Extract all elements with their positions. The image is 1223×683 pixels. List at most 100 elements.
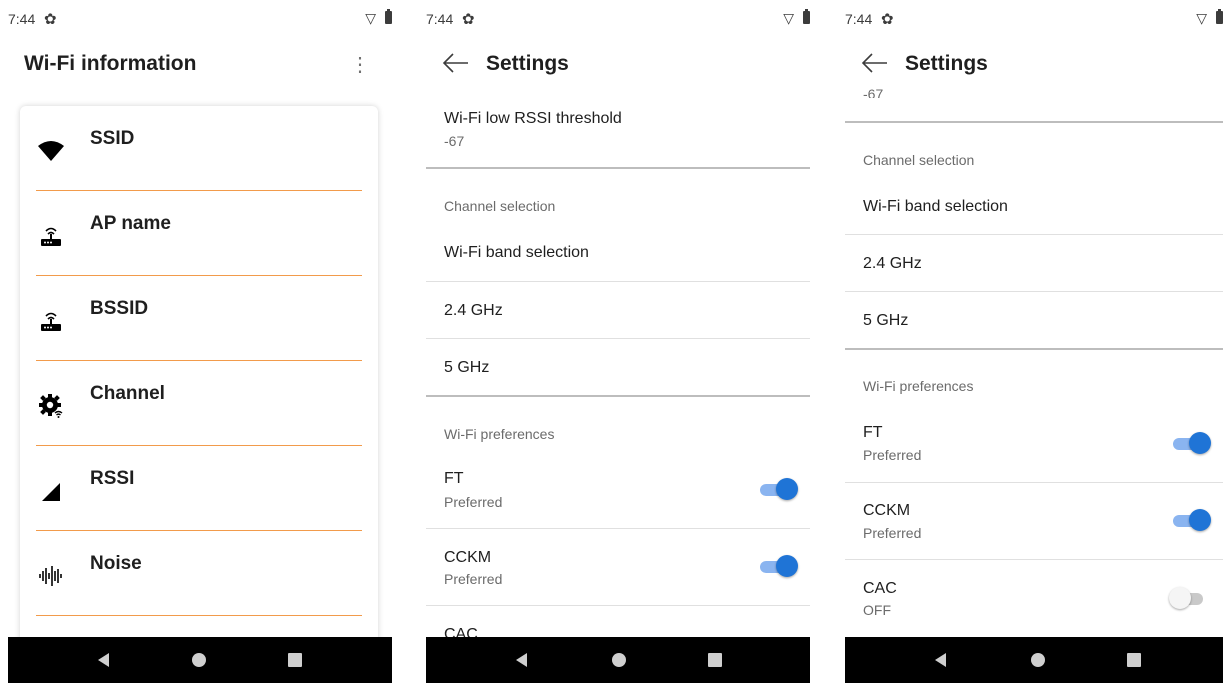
pref-cckm[interactable]: CCKM Preferred [845, 483, 1223, 559]
pref-rssi-threshold[interactable]: Wi-Fi low RSSI threshold -67 [426, 96, 810, 168]
pref-band-2-4ghz[interactable]: 2.4 GHz [845, 235, 1223, 291]
ft-toggle[interactable] [1171, 432, 1211, 454]
pref-band-5ghz[interactable]: 5 GHz [845, 292, 1223, 348]
nav-home-icon[interactable] [1031, 653, 1045, 667]
page-title: Settings [905, 52, 988, 75]
cckm-toggle[interactable] [758, 555, 798, 577]
pref-title: Wi-Fi band selection [863, 198, 1008, 215]
page-title: Wi-Fi information [24, 52, 197, 75]
pref-cckm[interactable]: CCKM Preferred [426, 529, 810, 605]
pref-cac[interactable]: CAC [426, 606, 810, 637]
navigation-bar [426, 637, 810, 683]
navigation-bar [8, 637, 392, 683]
list-item-ap-name[interactable]: AP name [20, 191, 378, 276]
item-label: Channel [90, 383, 165, 404]
pref-title: FT [444, 470, 464, 487]
battery-icon [803, 9, 810, 24]
category-wifi-preferences: Wi-Fi preferences [863, 378, 974, 394]
item-label: RSSI [90, 468, 135, 489]
nav-home-icon[interactable] [612, 653, 626, 667]
pref-title: CAC [863, 580, 897, 597]
pref-ft[interactable]: FT Preferred [426, 456, 810, 528]
pref-cac[interactable]: CAC OFF [845, 560, 1223, 637]
section-divider [426, 167, 810, 169]
item-label: SSID [90, 128, 135, 149]
pref-title: Wi-Fi band selection [444, 244, 589, 261]
item-label: Noise [90, 553, 142, 574]
settings-screen-scrolled: -67 7:44 ✿ ▽ Settings Channel selection … [845, 0, 1223, 683]
nav-recents-icon[interactable] [288, 653, 302, 667]
ft-toggle[interactable] [758, 478, 798, 500]
list-item-bssid[interactable]: BSSID [20, 276, 378, 361]
wifi-info-card: SSID AP name BSSID Channel RSSI Noise [20, 106, 378, 666]
pref-ft[interactable]: FT Preferred [845, 408, 1223, 482]
pref-title: CCKM [444, 549, 492, 566]
item-label: AP name [90, 213, 171, 234]
category-channel-selection: Channel selection [863, 152, 975, 168]
battery-icon [385, 9, 392, 24]
category-channel-selection: Channel selection [444, 198, 556, 214]
pref-band-5ghz[interactable]: 5 GHz [426, 339, 810, 395]
router-icon [34, 219, 68, 253]
battery-icon [1216, 9, 1223, 24]
status-bar: 7:44 ✿ ▽ [845, 0, 1223, 40]
pref-summary: -67 [444, 133, 465, 149]
status-time: 7:44 [845, 11, 873, 27]
pref-summary: OFF [863, 602, 891, 618]
pref-summary: Preferred [863, 525, 922, 541]
nav-back-icon[interactable] [98, 653, 109, 667]
pref-title: 5 GHz [444, 359, 490, 376]
wifi-status-icon: ▽ [1196, 10, 1207, 26]
cckm-toggle[interactable] [1171, 509, 1211, 531]
list-item-ssid[interactable]: SSID [20, 106, 378, 191]
pref-title: 5 GHz [863, 312, 909, 329]
status-bar: 7:44 ✿ ▽ [426, 0, 810, 36]
wifi-signal-icon [34, 134, 68, 168]
router-icon [34, 304, 68, 338]
pref-title: FT [863, 424, 883, 441]
cac-toggle[interactable] [1169, 587, 1205, 609]
status-bar: 7:44 ✿ ▽ [8, 0, 392, 36]
overflow-menu-icon[interactable]: ⋮ [350, 52, 370, 77]
pref-title: 2.4 GHz [863, 255, 922, 272]
status-time: 7:44 [8, 11, 36, 27]
wifi-status-icon: ▽ [783, 10, 794, 26]
gear-icon: ✿ [462, 11, 475, 28]
back-arrow-icon[interactable] [861, 50, 889, 76]
list-item-noise[interactable]: Noise [20, 531, 378, 616]
waveform-icon [34, 559, 68, 593]
nav-back-icon[interactable] [935, 653, 946, 667]
signal-strength-icon [34, 474, 68, 508]
pref-title: 2.4 GHz [444, 302, 503, 319]
pref-band-selection[interactable]: Wi-Fi band selection [426, 226, 810, 281]
pref-band-2-4ghz[interactable]: 2.4 GHz [426, 282, 810, 338]
pref-band-selection[interactable]: Wi-Fi band selection [845, 180, 1223, 234]
settings-wifi-icon [34, 389, 68, 423]
list-item-channel[interactable]: Channel [20, 361, 378, 446]
divider [36, 615, 362, 616]
navigation-bar [845, 637, 1223, 683]
list-item-rssi[interactable]: RSSI [20, 446, 378, 531]
back-arrow-icon[interactable] [442, 50, 470, 76]
nav-back-icon[interactable] [516, 653, 527, 667]
page-title: Settings [486, 52, 569, 75]
pref-summary: Preferred [444, 571, 503, 587]
nav-recents-icon[interactable] [708, 653, 722, 667]
item-label: BSSID [90, 298, 149, 319]
settings-screen: 7:44 ✿ ▽ Settings Wi-Fi low RSSI thresho… [426, 0, 810, 683]
section-divider [426, 395, 810, 397]
nav-recents-icon[interactable] [1127, 653, 1141, 667]
section-divider [845, 121, 1223, 123]
category-wifi-preferences: Wi-Fi preferences [444, 426, 555, 442]
status-time: 7:44 [426, 11, 454, 27]
pref-title: CAC [444, 626, 478, 637]
gear-icon: ✿ [44, 11, 57, 28]
nav-home-icon[interactable] [192, 653, 206, 667]
pref-summary: Preferred [863, 447, 922, 463]
wifi-information-screen: 7:44 ✿ ▽ Wi-Fi information ⋮ SSID AP nam… [8, 0, 392, 683]
pref-title: CCKM [863, 502, 911, 519]
pref-title: Wi-Fi low RSSI threshold [444, 110, 622, 127]
gear-icon: ✿ [881, 11, 894, 28]
wifi-status-icon: ▽ [365, 10, 376, 26]
pref-summary: Preferred [444, 494, 503, 510]
